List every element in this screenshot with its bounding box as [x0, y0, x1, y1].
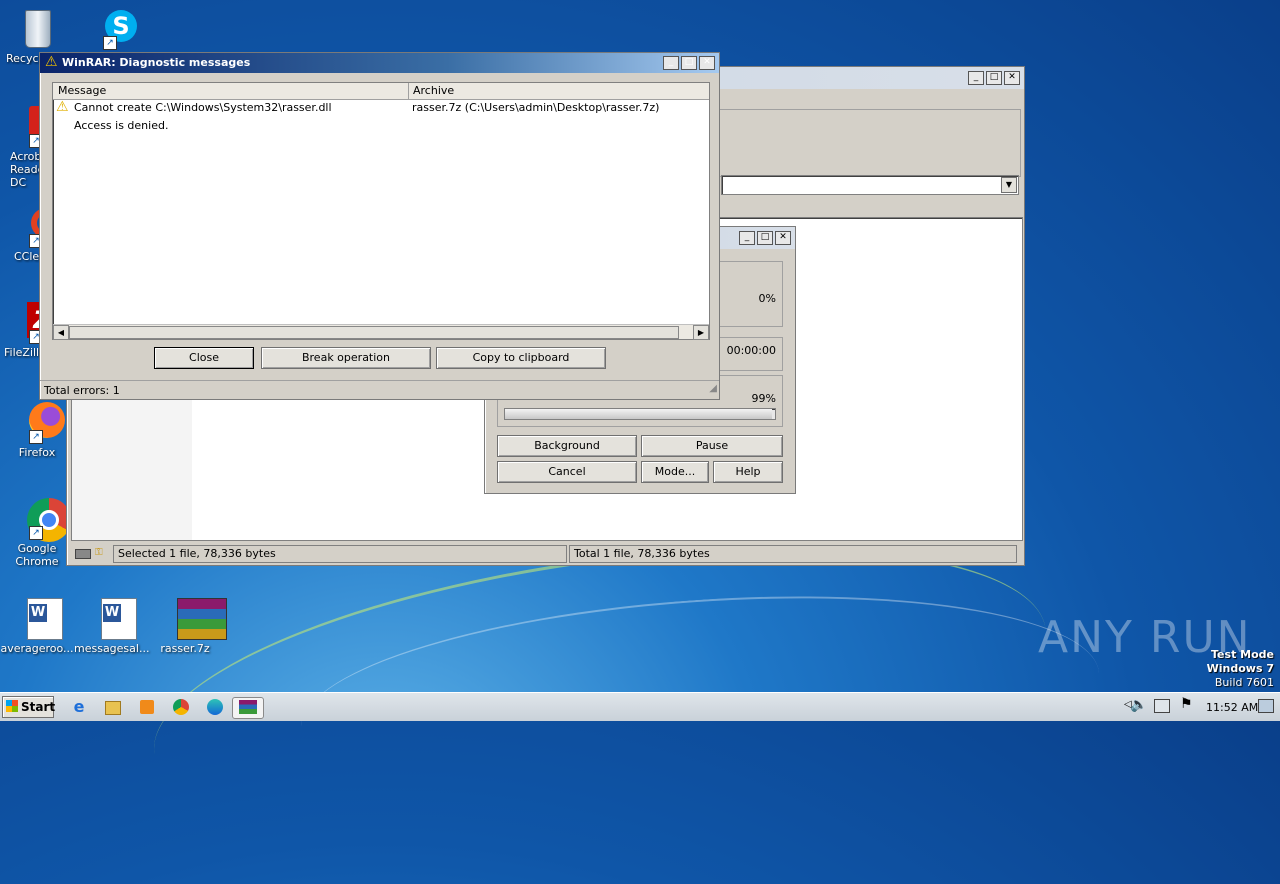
column-header-message[interactable]: Message [53, 83, 409, 99]
file-percent: 0% [758, 292, 776, 305]
close-window-button[interactable]: ✕ [699, 56, 715, 70]
firefox-icon: ↗ [15, 400, 65, 444]
chrome-taskbar-icon[interactable] [170, 697, 192, 717]
show-desktop-icon[interactable] [1258, 699, 1274, 713]
chrome-icon: ↗ [15, 496, 71, 542]
action-center-flag-icon[interactable]: ⚑ [1180, 696, 1193, 712]
desktop-icon-rasser-7z[interactable]: rasser.7z [148, 596, 227, 655]
messages-list[interactable]: Message Archive ⚠ Cannot create C:\Windo… [52, 82, 710, 340]
status-left: Selected 1 file, 78,336 bytes [113, 545, 567, 563]
shortcut-arrow-icon: ↗ [103, 36, 117, 50]
key-icon: ⚿ [95, 547, 103, 558]
taskbar: Start e ◁ 🔈 ⚑ 11:52 AM [0, 692, 1280, 721]
desktop-icon-averageroo[interactable]: W averageroo... [0, 596, 74, 655]
list-header: Message Archive [53, 83, 709, 100]
winrar-taskbar-icon[interactable] [232, 697, 264, 719]
scroll-thumb[interactable] [69, 326, 679, 339]
volume-icon[interactable]: 🔈 [1130, 697, 1147, 713]
status-left-text: Selected 1 file, 78,336 bytes [118, 547, 276, 560]
message-detail-text: Access is denied. [74, 119, 169, 132]
total-percent: 99% [751, 392, 776, 405]
maximize-button[interactable]: □ [986, 71, 1002, 85]
winrar-archive-icon [163, 596, 227, 640]
desktop-icon-messagesal[interactable]: W messagesal... [74, 596, 150, 655]
desktop-icon-label: messagesal... [74, 642, 150, 655]
background-button[interactable]: Background [497, 435, 637, 457]
cancel-button[interactable]: Cancel [497, 461, 637, 483]
message-text: Cannot create C:\Windows\System32\rasser… [74, 101, 332, 114]
minimize-button[interactable]: _ [739, 231, 755, 245]
minimize-button[interactable]: _ [968, 71, 984, 85]
warning-icon: ⚠ [56, 99, 69, 115]
desktop-icon-label: Acrobat Reader DC [10, 150, 40, 189]
test-mode-line: Test Mode [1211, 648, 1274, 661]
clock[interactable]: 11:52 AM [1206, 701, 1258, 714]
maximize-button[interactable]: □ [681, 56, 697, 70]
scroll-right-button[interactable]: ▶ [693, 325, 709, 340]
desktop-icon-chrome[interactable]: ↗ Google Chrome [0, 496, 74, 568]
desktop-icon-label: Google Chrome [15, 542, 59, 568]
diagnostic-messages-window[interactable]: ⚠ WinRAR: Diagnostic messages _ □ ✕ Messag… [39, 52, 720, 400]
shortcut-arrow-icon: ↗ [29, 526, 43, 540]
copy-to-clipboard-button[interactable]: Copy to clipboard [436, 347, 606, 369]
address-combobox[interactable]: ▼ [721, 175, 1019, 195]
skype-icon: S ↗ [89, 6, 137, 50]
windows-logo-icon [6, 700, 18, 712]
warning-icon: ⚠ [45, 54, 58, 70]
desktop-icon-label: FileZilla [4, 346, 40, 359]
shortcut-arrow-icon: ↗ [29, 430, 43, 444]
desktop-icon-label: CCleaner [14, 250, 40, 263]
desktop-icon-firefox[interactable]: ↗ Firefox [0, 400, 74, 459]
test-mode-text: Test Mode Windows 7 Build 7601 [1207, 648, 1274, 690]
status-right: Total 1 file, 78,336 bytes [569, 545, 1017, 563]
test-mode-line: Windows 7 [1206, 662, 1274, 675]
desktop-icon-label: averageroo... [0, 642, 74, 655]
recycle-bin-icon [15, 6, 59, 50]
resize-grip-icon[interactable]: ◢ [709, 383, 717, 394]
list-item[interactable]: ⚠ Cannot create C:\Windows\System32\rass… [53, 99, 709, 137]
scroll-left-button[interactable]: ◀ [53, 325, 69, 340]
main-status-bar: ⚿ Selected 1 file, 78,336 bytes Total 1 … [69, 545, 1019, 563]
start-label: Start [21, 700, 56, 714]
pause-button[interactable]: Pause [641, 435, 783, 457]
drive-icon [75, 549, 91, 559]
start-button[interactable]: Start [2, 696, 56, 718]
elapsed-time: 00:00:00 [726, 344, 776, 357]
minimize-button[interactable]: _ [663, 56, 679, 70]
close-window-button[interactable]: ✕ [1004, 71, 1020, 85]
close-button[interactable]: Close [154, 347, 254, 369]
help-button[interactable]: Help [713, 461, 783, 483]
desktop-icon-label: rasser.7z [160, 642, 210, 655]
word-document-icon: W [89, 596, 137, 640]
diag-status-bar: Total errors: 1 ◢ [40, 380, 719, 399]
ie-icon[interactable]: e [68, 697, 90, 717]
window-title: WinRAR: Diagnostic messages [62, 56, 251, 69]
horizontal-scrollbar[interactable]: ◀ ▶ [53, 324, 709, 340]
desktop-icon-skype[interactable]: S ↗ [74, 6, 148, 52]
test-mode-line: Build 7601 [1214, 676, 1274, 689]
close-window-button[interactable]: ✕ [775, 231, 791, 245]
network-icon[interactable] [1154, 699, 1170, 713]
word-document-icon: W [15, 596, 63, 640]
media-player-icon[interactable] [136, 697, 158, 717]
desktop-icon-label: Firefox [18, 446, 56, 459]
total-progress-bar [504, 408, 776, 420]
status-right-text: Total 1 file, 78,336 bytes [574, 547, 710, 560]
maximize-button[interactable]: □ [757, 231, 773, 245]
total-errors-text: Total errors: 1 [44, 384, 120, 397]
explorer-icon[interactable] [102, 697, 124, 717]
window-titlebar[interactable]: ⚠ WinRAR: Diagnostic messages _ □ ✕ [40, 53, 719, 73]
column-header-archive[interactable]: Archive [409, 83, 703, 99]
edge-icon[interactable] [204, 697, 226, 717]
chevron-down-icon[interactable]: ▼ [1001, 177, 1017, 193]
total-progress-fill [505, 409, 773, 419]
mode-button[interactable]: Mode... [641, 461, 709, 483]
break-operation-button[interactable]: Break operation [261, 347, 431, 369]
archive-text: rasser.7z (C:\Users\admin\Desktop\rasser… [412, 101, 660, 114]
